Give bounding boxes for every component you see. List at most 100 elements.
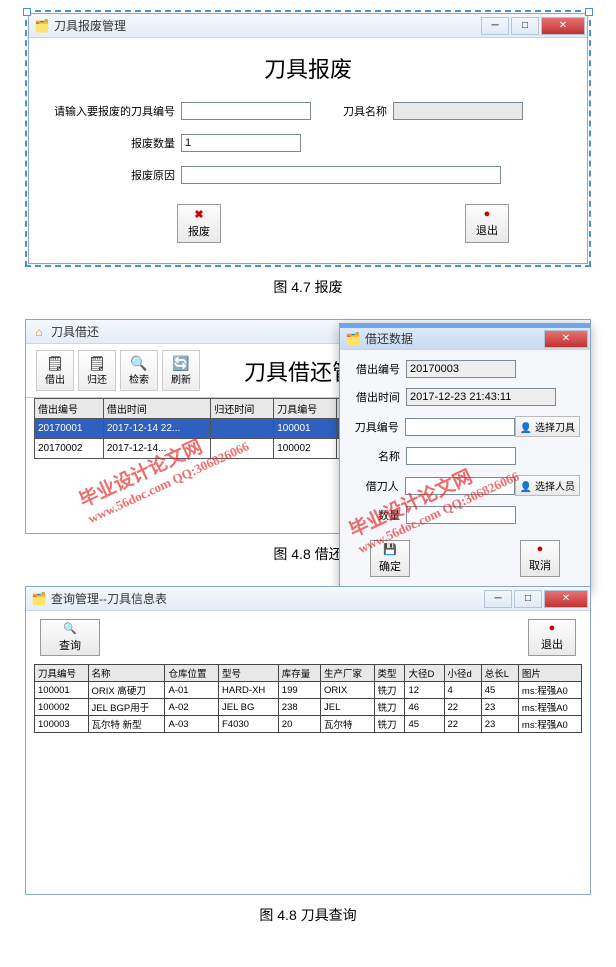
refresh-icon: 🔄 [172, 355, 189, 371]
stop-icon: ● [537, 543, 544, 555]
select-tool-label: 选择刀具 [535, 423, 575, 434]
search-icon: 🔍 [63, 622, 77, 635]
tool-no-input[interactable] [405, 418, 515, 436]
name-label: 名称 [350, 448, 400, 464]
dialog-close-button[interactable]: ✕ [544, 330, 588, 348]
column-header: 图片 [518, 665, 581, 682]
exit-button[interactable]: ● 退出 [528, 619, 576, 656]
maximize-button[interactable]: □ [514, 590, 542, 608]
close-button[interactable]: ✕ [544, 590, 588, 608]
query-button-label: 查询 [59, 637, 81, 653]
table-cell: 瓦尔特 [321, 716, 375, 733]
select-tool-button[interactable]: 👤 选择刀具 [515, 416, 580, 437]
app-icon: 🗂️ [346, 332, 360, 346]
tool-id-label: 请输入要报废的刀具编号 [47, 103, 175, 119]
borrow-time-input[interactable] [406, 388, 556, 406]
section-title: 刀具借还管 [244, 355, 354, 387]
table-cell: 23 [481, 699, 518, 716]
borrow-no-input[interactable] [406, 360, 516, 378]
qty-input[interactable] [181, 134, 301, 152]
cancel-button-label: 取消 [529, 557, 551, 573]
table-cell: 45 [481, 682, 518, 699]
search-icon: 🔍 [130, 355, 147, 371]
search-button[interactable]: 🔍 检索 [120, 350, 158, 391]
table-cell: JEL [321, 699, 375, 716]
dialog-title: 借还数据 [365, 330, 413, 347]
window-title: 刀具报废管理 [54, 17, 126, 34]
column-header: 归还时间 [211, 399, 274, 419]
figure-47-wrapper: 🗂️ 刀具报废管理 ─ □ ✕ 刀具报废 请输入要报废的刀具编号 刀具名称 报废… [25, 10, 591, 267]
borrow-button[interactable]: 🗒 借出 [36, 350, 74, 391]
figure-48-wrapper: ⌂ 刀具借还 ─ □ 🗒 借出 🗒 归还 🔍 检索 🔄 [25, 319, 591, 534]
table-cell: ms:程强A0 [518, 716, 581, 733]
borrow-time-label: 借出时间 [350, 389, 400, 405]
refresh-label: 刷新 [171, 371, 191, 386]
table-cell: 20170001 [35, 419, 104, 439]
table-cell: 100003 [35, 716, 89, 733]
tool-name-input[interactable] [393, 102, 523, 120]
table-row[interactable]: 100003瓦尔特 新型A-03F403020瓦尔特铣刀452223ms:程强A… [35, 716, 582, 733]
column-header: 名称 [88, 665, 165, 682]
table-cell: 199 [278, 682, 320, 699]
column-header: 刀具编号 [35, 665, 89, 682]
table-cell [211, 439, 274, 459]
borrower-input[interactable] [405, 477, 515, 495]
column-header: 总长L [481, 665, 518, 682]
borrow-label: 借出 [45, 371, 65, 386]
column-header: 刀具编号 [274, 399, 337, 419]
table-cell: A-03 [165, 716, 219, 733]
borrow-no-label: 借出编号 [350, 361, 400, 377]
table-row[interactable]: 100001ORIX 高硬刀A-01HARD-XH199ORIX铣刀12445m… [35, 682, 582, 699]
table-cell: 20 [278, 716, 320, 733]
qty-input[interactable] [406, 506, 516, 524]
select-person-label: 选择人员 [535, 482, 575, 493]
close-button[interactable]: ✕ [541, 17, 585, 35]
table-cell: 22 [444, 716, 481, 733]
table-cell: ORIX 高硬刀 [88, 682, 165, 699]
query-button[interactable]: 🔍 查询 [40, 619, 100, 656]
person-icon: 👤 [520, 482, 532, 493]
table-cell: 22 [444, 699, 481, 716]
return-button[interactable]: 🗒 归还 [78, 350, 116, 391]
exit-button-label: 退出 [541, 636, 563, 652]
column-header: 小径d [444, 665, 481, 682]
table-cell: 2017-12-14 22... [103, 419, 211, 439]
tool-no-label: 刀具编号 [350, 419, 399, 435]
doc-icon: 🗒 [46, 355, 64, 371]
table-cell: 238 [278, 699, 320, 716]
name-input[interactable] [406, 447, 516, 465]
maximize-button[interactable]: □ [511, 17, 539, 35]
table-cell: A-02 [165, 699, 219, 716]
exit-button[interactable]: ● 退出 [465, 204, 509, 243]
window-title: 刀具借还 [51, 323, 99, 340]
minimize-button[interactable]: ─ [481, 17, 509, 35]
reason-label: 报废原因 [47, 167, 175, 183]
table-cell: ms:程强A0 [518, 699, 581, 716]
table-cell: A-01 [165, 682, 219, 699]
stop-icon: ● [484, 208, 491, 220]
window-title: 查询管理--刀具信息表 [51, 590, 167, 607]
table-cell: 20170002 [35, 439, 104, 459]
table-cell: 12 [405, 682, 444, 699]
table-cell: 100001 [274, 419, 337, 439]
table-cell: 4 [444, 682, 481, 699]
query-window: 🗂️ 查询管理--刀具信息表 ─ □ ✕ 🔍 查询 ● 退出 刀具编号名称仓库位… [25, 586, 591, 895]
table-cell: 45 [405, 716, 444, 733]
ok-button[interactable]: 💾 确定 [370, 540, 410, 577]
page-title: 刀具报废 [47, 52, 569, 84]
minimize-button[interactable]: ─ [484, 590, 512, 608]
select-person-button[interactable]: 👤 选择人员 [515, 475, 580, 496]
table-row[interactable]: 100002JEL BGP用于A-02JEL BG238JEL铣刀462223m… [35, 699, 582, 716]
table-cell: JEL BG [219, 699, 279, 716]
dialog-titlebar: 🗂️ 借还数据 ✕ [340, 328, 590, 350]
table-cell: JEL BGP用于 [88, 699, 165, 716]
borrower-label: 借刀人 [350, 478, 399, 494]
cancel-button[interactable]: ● 取消 [520, 540, 560, 577]
refresh-button[interactable]: 🔄 刷新 [162, 350, 200, 391]
column-header: 类型 [374, 665, 405, 682]
tool-id-input[interactable] [181, 102, 311, 120]
scrap-button[interactable]: ✖ 报废 [177, 204, 221, 243]
table-cell: 铣刀 [374, 699, 405, 716]
reason-input[interactable] [181, 166, 501, 184]
person-icon: 👤 [520, 423, 532, 434]
